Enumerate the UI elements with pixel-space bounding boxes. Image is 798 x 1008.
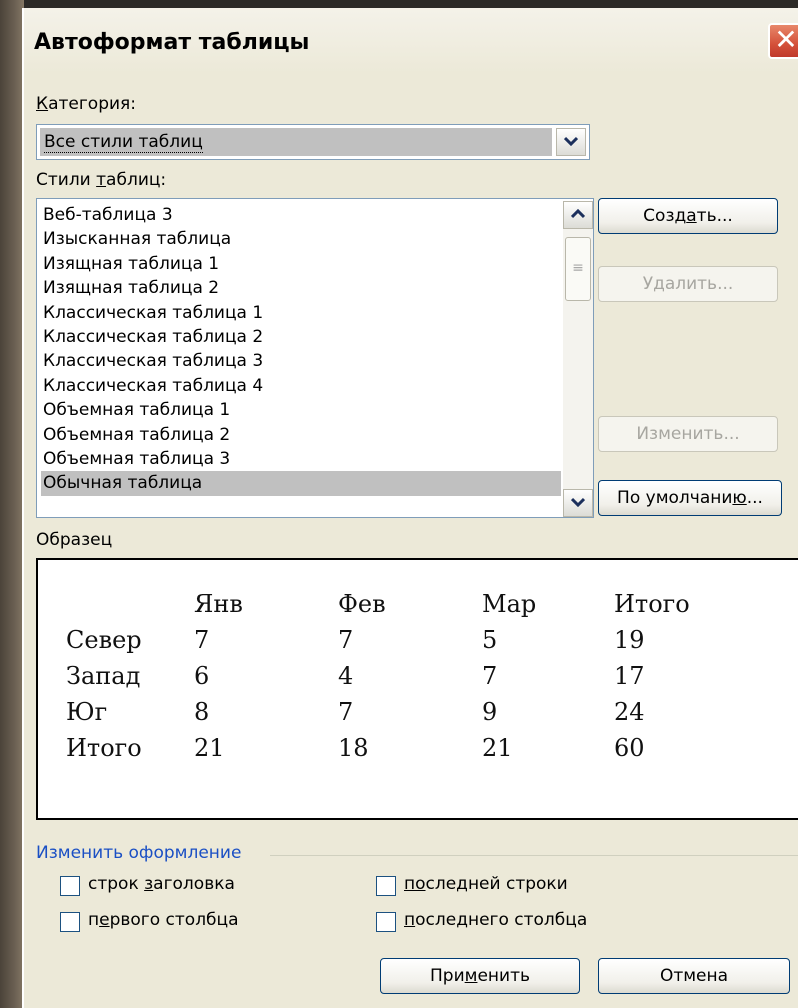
last-row-checkbox[interactable] (376, 876, 396, 896)
sample-cell: 7 (338, 626, 354, 654)
sample-header-cell: Янв (194, 590, 243, 618)
sample-cell: 7 (194, 626, 210, 654)
sample-cell: 7 (482, 662, 498, 690)
category-label: Категория: (36, 94, 136, 114)
desktop-background-left (0, 0, 24, 1008)
chevron-up-icon (570, 208, 586, 219)
sample-cell: 24 (614, 698, 645, 726)
format-group-divider (270, 855, 798, 856)
list-item[interactable]: Объемная таблица 1 (41, 398, 561, 422)
cancel-button[interactable]: Отмена (598, 958, 790, 994)
format-group-label: Изменить оформление (36, 843, 242, 863)
sample-label: Образец (36, 530, 113, 550)
last-column-label[interactable]: последнего столбца (404, 910, 587, 930)
sample-cell: 9 (482, 698, 498, 726)
close-button[interactable]: ✕ (768, 23, 798, 59)
list-item[interactable]: Объемная таблица 3 (41, 447, 561, 471)
sample-row-label: Север (66, 626, 142, 654)
list-item[interactable]: Изысканная таблица (41, 227, 561, 251)
sample-header-cell: Итого (614, 590, 690, 618)
sample-cell: 18 (338, 734, 369, 762)
default-button[interactable]: По умолчанию... (598, 480, 782, 516)
sample-row-label: Итого (66, 734, 142, 762)
sample-cell: 21 (482, 734, 513, 762)
scroll-up-button[interactable] (563, 201, 593, 229)
list-item[interactable]: Классическая таблица 1 (41, 301, 561, 325)
styles-listbox[interactable]: Веб-таблица 3 Изысканная таблица Изящная т… (36, 198, 594, 518)
sample-cell: 8 (194, 698, 210, 726)
sample-header-cell: Мар (482, 590, 537, 618)
category-dropdown-button[interactable] (556, 128, 586, 156)
list-item[interactable]: Объемная таблица 2 (41, 423, 561, 447)
modify-button[interactable]: Изменить... (598, 416, 778, 452)
sample-row-label: Юг (66, 698, 108, 726)
autoformat-dialog: Автоформат таблицы ✕ Категория: Все стил… (22, 8, 798, 1008)
category-select[interactable]: Все стили таблиц (36, 124, 590, 160)
sample-cell: 60 (614, 734, 645, 762)
list-item[interactable]: Изящная таблица 1 (41, 252, 561, 276)
sample-header-cell: Фев (338, 590, 386, 618)
category-select-value: Все стили таблиц (40, 128, 552, 156)
styles-list: Веб-таблица 3 Изысканная таблица Изящная т… (41, 203, 561, 496)
chevron-down-icon (563, 136, 579, 147)
list-item[interactable]: Классическая таблица 2 (41, 325, 561, 349)
sample-cell: 17 (614, 662, 645, 690)
list-item[interactable]: Веб-таблица 3 (41, 203, 561, 227)
sample-row-label: Запад (66, 662, 141, 690)
sample-preview: Янв Фев Мар Итого Север 7 7 5 19 Запад 6 4 7 17 Юг 8 7 9 2… (36, 558, 798, 820)
list-item[interactable]: Изящная таблица 2 (41, 276, 561, 300)
close-icon: ✕ (774, 23, 798, 56)
styles-label: Стили таблиц: (36, 170, 167, 190)
header-rows-label[interactable]: строк заголовка (88, 874, 235, 894)
last-row-label[interactable]: последней строки (404, 874, 568, 894)
header-rows-checkbox[interactable] (60, 876, 80, 896)
create-button[interactable]: Создать... (598, 198, 778, 234)
scroll-thumb[interactable]: ≡ (565, 237, 591, 301)
sample-cell: 4 (338, 662, 354, 690)
chevron-down-icon (570, 497, 586, 508)
scroll-down-button[interactable] (563, 489, 593, 517)
apply-button[interactable]: Применить (380, 958, 580, 994)
sample-cell: 5 (482, 626, 498, 654)
sample-cell: 19 (614, 626, 645, 654)
desktop-background (0, 0, 798, 8)
list-item[interactable]: Классическая таблица 3 (41, 349, 561, 373)
styles-scrollbar[interactable]: ≡ (563, 201, 593, 517)
sample-cell: 7 (338, 698, 354, 726)
last-column-checkbox[interactable] (376, 912, 396, 932)
list-item[interactable]: Классическая таблица 4 (41, 374, 561, 398)
delete-button[interactable]: Удалить... (598, 266, 778, 302)
dialog-title: Автоформат таблицы (34, 30, 310, 55)
sample-cell: 6 (194, 662, 210, 690)
title-bar: Автоформат таблицы ✕ (24, 8, 798, 74)
first-column-label[interactable]: первого столбца (88, 910, 239, 930)
list-item[interactable]: Обычная таблица (41, 471, 561, 496)
sample-cell: 21 (194, 734, 225, 762)
first-column-checkbox[interactable] (60, 912, 80, 932)
